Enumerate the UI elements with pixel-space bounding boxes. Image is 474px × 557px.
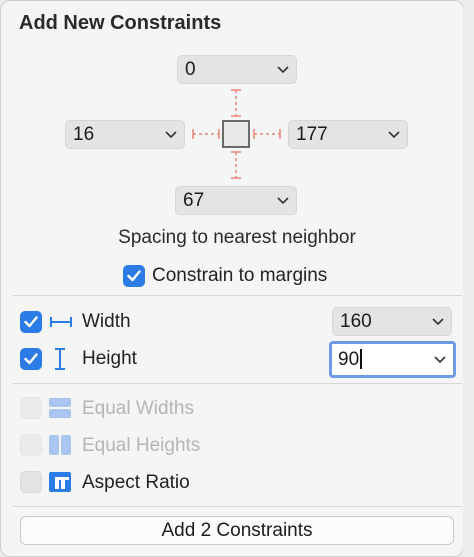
equal-widths-checkbox[interactable] bbox=[20, 397, 42, 419]
leading-spacing-value[interactable]: 16 bbox=[66, 124, 158, 146]
trailing-spacing-value[interactable]: 177 bbox=[289, 124, 381, 146]
trailing-strut-toggle[interactable] bbox=[252, 126, 282, 142]
constrain-margins-label[interactable]: Constrain to margins bbox=[152, 265, 327, 287]
chevron-down-icon[interactable] bbox=[158, 130, 184, 139]
chevron-down-icon[interactable] bbox=[270, 65, 296, 74]
view-placeholder-box bbox=[222, 120, 250, 148]
bottom-spacing-value[interactable]: 67 bbox=[176, 190, 270, 212]
aspect-ratio-icon bbox=[49, 472, 71, 492]
leading-strut-toggle[interactable] bbox=[191, 126, 221, 142]
top-spacing-value[interactable]: 0 bbox=[178, 59, 270, 81]
aspect-ratio-checkbox[interactable] bbox=[20, 471, 42, 493]
bottom-spacing-combo[interactable]: 67 bbox=[175, 186, 297, 215]
width-label: Width bbox=[82, 311, 131, 332]
top-spacing-combo[interactable]: 0 bbox=[177, 55, 297, 84]
window-edge bbox=[463, 0, 474, 557]
popover-title: Add New Constraints bbox=[19, 12, 222, 34]
trailing-spacing-combo[interactable]: 177 bbox=[288, 120, 408, 149]
height-value-input[interactable]: 90 bbox=[332, 349, 427, 371]
checkmark-icon bbox=[127, 270, 141, 282]
chevron-down-icon[interactable] bbox=[425, 317, 451, 326]
chevron-down-icon[interactable] bbox=[381, 130, 407, 139]
chevron-down-icon[interactable] bbox=[270, 196, 296, 205]
equal-heights-icon bbox=[49, 435, 71, 455]
height-label: Height bbox=[82, 348, 137, 369]
equal-heights-checkbox[interactable] bbox=[20, 434, 42, 456]
divider bbox=[12, 383, 462, 384]
height-icon bbox=[55, 348, 65, 370]
width-checkbox[interactable] bbox=[20, 311, 42, 333]
top-strut-toggle[interactable] bbox=[228, 88, 244, 118]
chevron-down-icon[interactable] bbox=[427, 355, 453, 364]
equal-widths-label: Equal Widths bbox=[82, 398, 194, 419]
text-caret bbox=[360, 349, 363, 370]
spacing-caption: Spacing to nearest neighbor bbox=[118, 227, 356, 248]
width-value-combo[interactable]: 160 bbox=[332, 307, 452, 336]
divider bbox=[12, 295, 462, 296]
constrain-margins-checkbox[interactable] bbox=[123, 265, 145, 287]
checkmark-icon bbox=[24, 316, 38, 328]
equal-heights-label: Equal Heights bbox=[82, 435, 201, 456]
equal-widths-icon bbox=[49, 398, 71, 418]
bottom-strut-toggle[interactable] bbox=[228, 150, 244, 180]
divider bbox=[12, 506, 462, 507]
width-value[interactable]: 160 bbox=[333, 311, 425, 333]
add-constraints-button[interactable]: Add 2 Constraints bbox=[20, 516, 454, 545]
width-icon bbox=[50, 317, 72, 327]
height-value-combo[interactable]: 90 bbox=[329, 341, 456, 378]
checkmark-icon bbox=[24, 353, 38, 365]
leading-spacing-combo[interactable]: 16 bbox=[65, 120, 185, 149]
aspect-ratio-label: Aspect Ratio bbox=[82, 472, 190, 493]
height-checkbox[interactable] bbox=[20, 348, 42, 370]
